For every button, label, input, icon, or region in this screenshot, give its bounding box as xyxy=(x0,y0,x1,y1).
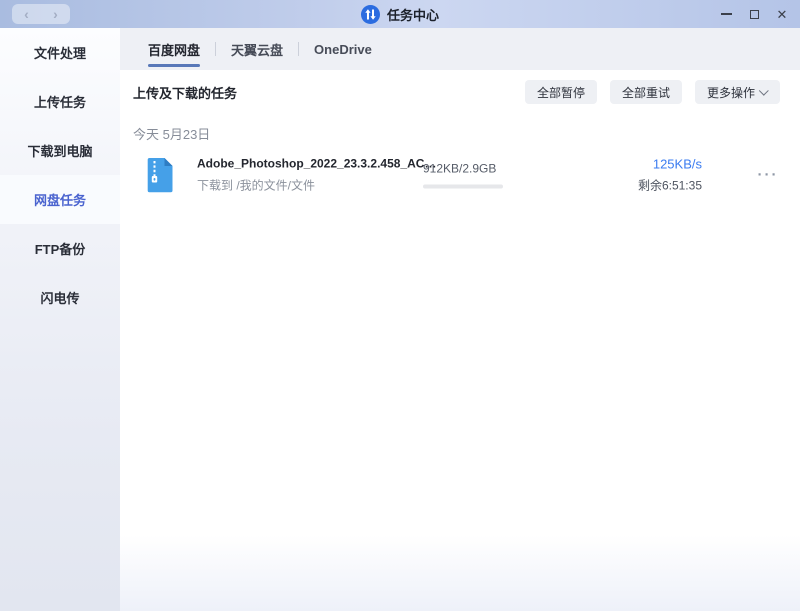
pause-all-button[interactable]: 全部暂停 xyxy=(525,80,597,104)
more-actions-button[interactable]: 更多操作 xyxy=(695,80,780,104)
maximize-button[interactable] xyxy=(740,0,768,28)
sidebar-item-file-processing[interactable]: 文件处理 xyxy=(0,28,120,77)
tab-separator xyxy=(298,42,299,56)
task-info: Adobe_Photoshop_2022_23.3.2.458_ACR14.3_… xyxy=(197,157,443,194)
sidebar-item-netdisk-tasks[interactable]: 网盘任务 xyxy=(0,175,120,224)
zip-file-icon xyxy=(145,157,175,193)
sidebar-item-download-to-pc[interactable]: 下载到电脑 xyxy=(0,126,120,175)
sidebar-item-lightning-transfer[interactable]: 闪电传 xyxy=(0,273,120,322)
window-body: 文件处理 上传任务 下载到电脑 网盘任务 FTP备份 闪电传 百度网盘 天翼云盘… xyxy=(0,28,800,611)
section-header-row: 上传及下载的任务 全部暂停 全部重试 更多操作 xyxy=(133,70,780,105)
chevron-down-icon xyxy=(759,85,769,95)
close-icon: ✕ xyxy=(777,8,788,21)
tab-separator xyxy=(215,42,216,56)
nav-history-group: ‹ › xyxy=(12,4,70,24)
more-actions-label: 更多操作 xyxy=(707,84,755,101)
maximize-icon xyxy=(750,10,759,19)
window-controls: ✕ xyxy=(712,0,796,28)
bulk-actions: 全部暂停 全部重试 更多操作 xyxy=(525,80,780,104)
section-title: 上传及下载的任务 xyxy=(133,83,237,102)
titlebar: ‹ › 任务中心 ✕ xyxy=(0,0,800,28)
task-filename: Adobe_Photoshop_2022_23.3.2.458_ACR14.3_… xyxy=(197,157,443,171)
minimize-button[interactable] xyxy=(712,0,740,28)
main-panel: 百度网盘 天翼云盘 OneDrive 上传及下载的任务 全部暂停 全部重试 更多… xyxy=(120,28,800,611)
task-progress-text: 912KB/2.9GB xyxy=(423,162,553,176)
tab-baidu-netdisk[interactable]: 百度网盘 xyxy=(148,28,200,70)
minimize-icon xyxy=(721,13,732,15)
close-button[interactable]: ✕ xyxy=(768,0,796,28)
task-stats: 125KB/s 剩余6:51:35 xyxy=(638,157,702,194)
sidebar-item-upload-tasks[interactable]: 上传任务 xyxy=(0,77,120,126)
task-time-remaining: 剩余6:51:35 xyxy=(638,177,702,194)
window-title: 任务中心 xyxy=(387,5,439,24)
tab-tianyi-cloud[interactable]: 天翼云盘 xyxy=(231,28,283,70)
download-task-row[interactable]: Adobe_Photoshop_2022_23.3.2.458_ACR14.3_… xyxy=(133,152,780,198)
task-speed: 125KB/s xyxy=(638,157,702,172)
task-more-menu-button[interactable]: ··· xyxy=(756,168,780,183)
cloud-tabs: 百度网盘 天翼云盘 OneDrive xyxy=(120,28,800,70)
sidebar: 文件处理 上传任务 下载到电脑 网盘任务 FTP备份 闪电传 xyxy=(0,28,120,611)
date-group-header: 今天 5月23日 xyxy=(133,124,780,143)
task-progress-bar xyxy=(423,185,503,189)
tab-onedrive[interactable]: OneDrive xyxy=(314,28,372,70)
task-list-content: 上传及下载的任务 全部暂停 全部重试 更多操作 今天 5月23日 xyxy=(120,70,800,611)
sidebar-item-ftp-backup[interactable]: FTP备份 xyxy=(0,224,120,273)
back-button[interactable]: ‹ xyxy=(24,5,29,23)
app-logo-transfer-icon xyxy=(361,5,380,24)
ellipsis-icon: ··· xyxy=(758,167,779,184)
task-center-window: ‹ › 任务中心 ✕ 文件处理 上传任务 下载到电脑 网盘任务 FTP备份 闪电… xyxy=(0,0,800,611)
task-progress: 912KB/2.9GB xyxy=(423,162,553,189)
forward-button[interactable]: › xyxy=(53,5,58,23)
retry-all-button[interactable]: 全部重试 xyxy=(610,80,682,104)
window-title-group: 任务中心 xyxy=(361,0,439,28)
task-destination: 下载到 /我的文件/文件 xyxy=(197,177,443,194)
